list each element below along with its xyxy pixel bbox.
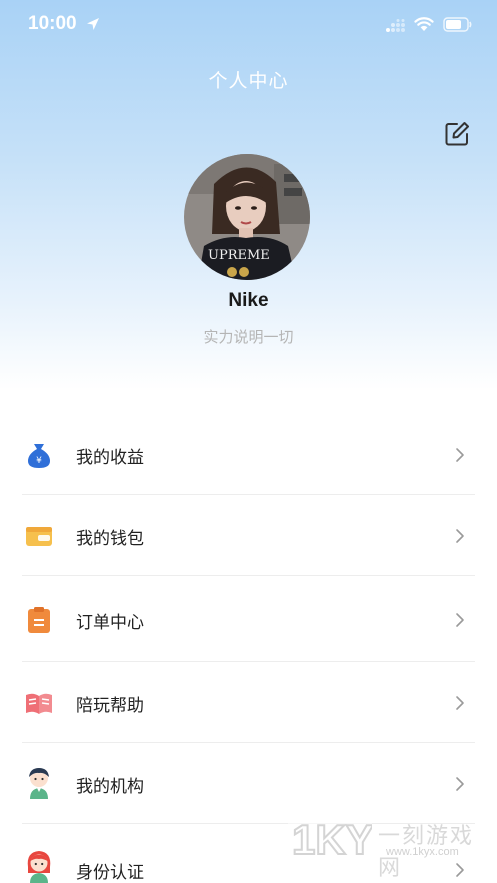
menu-item-label: 身份认证 <box>76 863 144 883</box>
chevron-right-icon <box>456 777 464 791</box>
chevron-right-icon <box>456 529 464 543</box>
avatar[interactable]: UPREME <box>184 154 310 280</box>
edit-icon[interactable] <box>443 120 471 148</box>
signal-icon <box>386 19 405 32</box>
menu-item-label: 订单中心 <box>76 613 144 633</box>
svg-text:¥: ¥ <box>36 456 42 466</box>
battery-icon <box>443 17 472 32</box>
chevron-right-icon <box>456 696 464 710</box>
menu-item-label: 我的收益 <box>76 448 144 468</box>
organization-person-icon <box>29 768 49 799</box>
menu-item-orders[interactable]: 订单中心 <box>0 576 497 662</box>
help-book-icon <box>26 693 52 714</box>
menu-list: ¥ 我的收益 我的钱包 订单中心 陪玩帮助 我的机构 身份认证 <box>0 414 497 883</box>
page-title: 个人中心 <box>208 70 289 92</box>
user-name: Nike <box>228 290 269 311</box>
status-bar: 10:00 <box>0 0 497 50</box>
wallet-icon <box>26 527 52 546</box>
menu-item-label: 我的钱包 <box>76 529 144 549</box>
menu-item-earnings[interactable]: ¥ 我的收益 <box>0 414 497 495</box>
menu-item-organization[interactable]: 我的机构 <box>0 743 497 824</box>
user-bio: 实力说明一切 <box>203 328 294 346</box>
identity-person-icon <box>27 851 51 883</box>
avatar-image: UPREME <box>184 154 310 280</box>
profile-screen: 10:00 个人中心 UPREME Nike 实力说明一切 ¥ 我的收益 我的钱… <box>0 0 497 883</box>
money-bag-icon: ¥ <box>28 444 50 468</box>
menu-item-wallet[interactable]: 我的钱包 <box>0 495 497 576</box>
chevron-right-icon <box>456 613 464 627</box>
wifi-icon <box>414 17 434 31</box>
menu-item-help[interactable]: 陪玩帮助 <box>0 662 497 743</box>
watermark-logo-text: 1KYX <box>292 816 372 862</box>
watermark-url: www.1kyx.com <box>386 846 459 858</box>
status-time: 10:00 <box>28 13 77 34</box>
location-arrow-icon <box>87 18 99 30</box>
chevron-right-icon <box>456 448 464 462</box>
order-clipboard-icon <box>28 607 50 633</box>
watermark-logo: 1KYX <box>288 812 372 862</box>
menu-item-label: 我的机构 <box>76 777 144 797</box>
menu-item-label: 陪玩帮助 <box>76 696 144 716</box>
avatar-shirt-text: UPREME <box>208 248 270 263</box>
